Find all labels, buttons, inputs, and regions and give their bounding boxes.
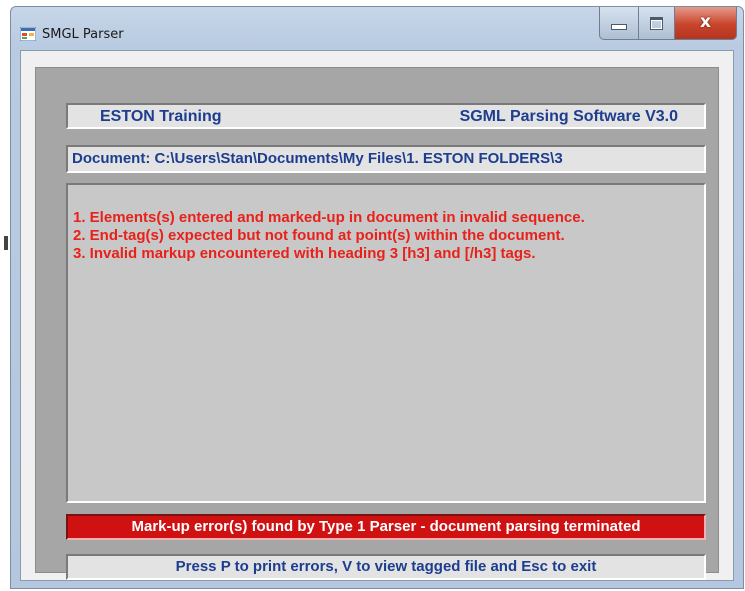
- keyboard-instructions: Press P to print errors, V to view tagge…: [66, 554, 706, 580]
- window-title: SMGL Parser: [42, 27, 124, 42]
- maximize-button[interactable]: [639, 7, 675, 40]
- maximize-icon: [650, 16, 663, 30]
- title-bar[interactable]: SMGL Parser x: [11, 7, 743, 47]
- error-item: 3. Invalid markup encountered with headi…: [73, 245, 536, 262]
- error-status-banner: Mark-up error(s) found by Type 1 Parser …: [66, 514, 706, 540]
- parser-panel: ESTON Training SGML Parsing Software V3.…: [35, 67, 719, 580]
- company-label: ESTON Training: [100, 108, 222, 125]
- error-list-box: 1. Elements(s) entered and marked-up in …: [66, 183, 706, 503]
- caption-buttons: x: [599, 7, 737, 41]
- app-window-icon: [20, 27, 36, 41]
- software-version-label: SGML Parsing Software V3.0: [459, 108, 678, 125]
- header-box: ESTON Training SGML Parsing Software V3.…: [66, 103, 706, 129]
- minimize-button[interactable]: [599, 7, 639, 40]
- document-path-field: Document: C:\Users\Stan\Documents\My Fil…: [66, 145, 706, 173]
- parser-window: SMGL Parser x ESTON Training SGML Parsin…: [10, 6, 744, 589]
- minimize-icon: [611, 24, 627, 30]
- error-item: 2. End-tag(s) expected but not found at …: [73, 227, 565, 244]
- close-icon: x: [700, 12, 711, 32]
- error-item: 1. Elements(s) entered and marked-up in …: [73, 209, 585, 226]
- client-area: ESTON Training SGML Parsing Software V3.…: [20, 50, 734, 581]
- background-edge-mark: [4, 236, 8, 250]
- close-button[interactable]: x: [675, 7, 737, 40]
